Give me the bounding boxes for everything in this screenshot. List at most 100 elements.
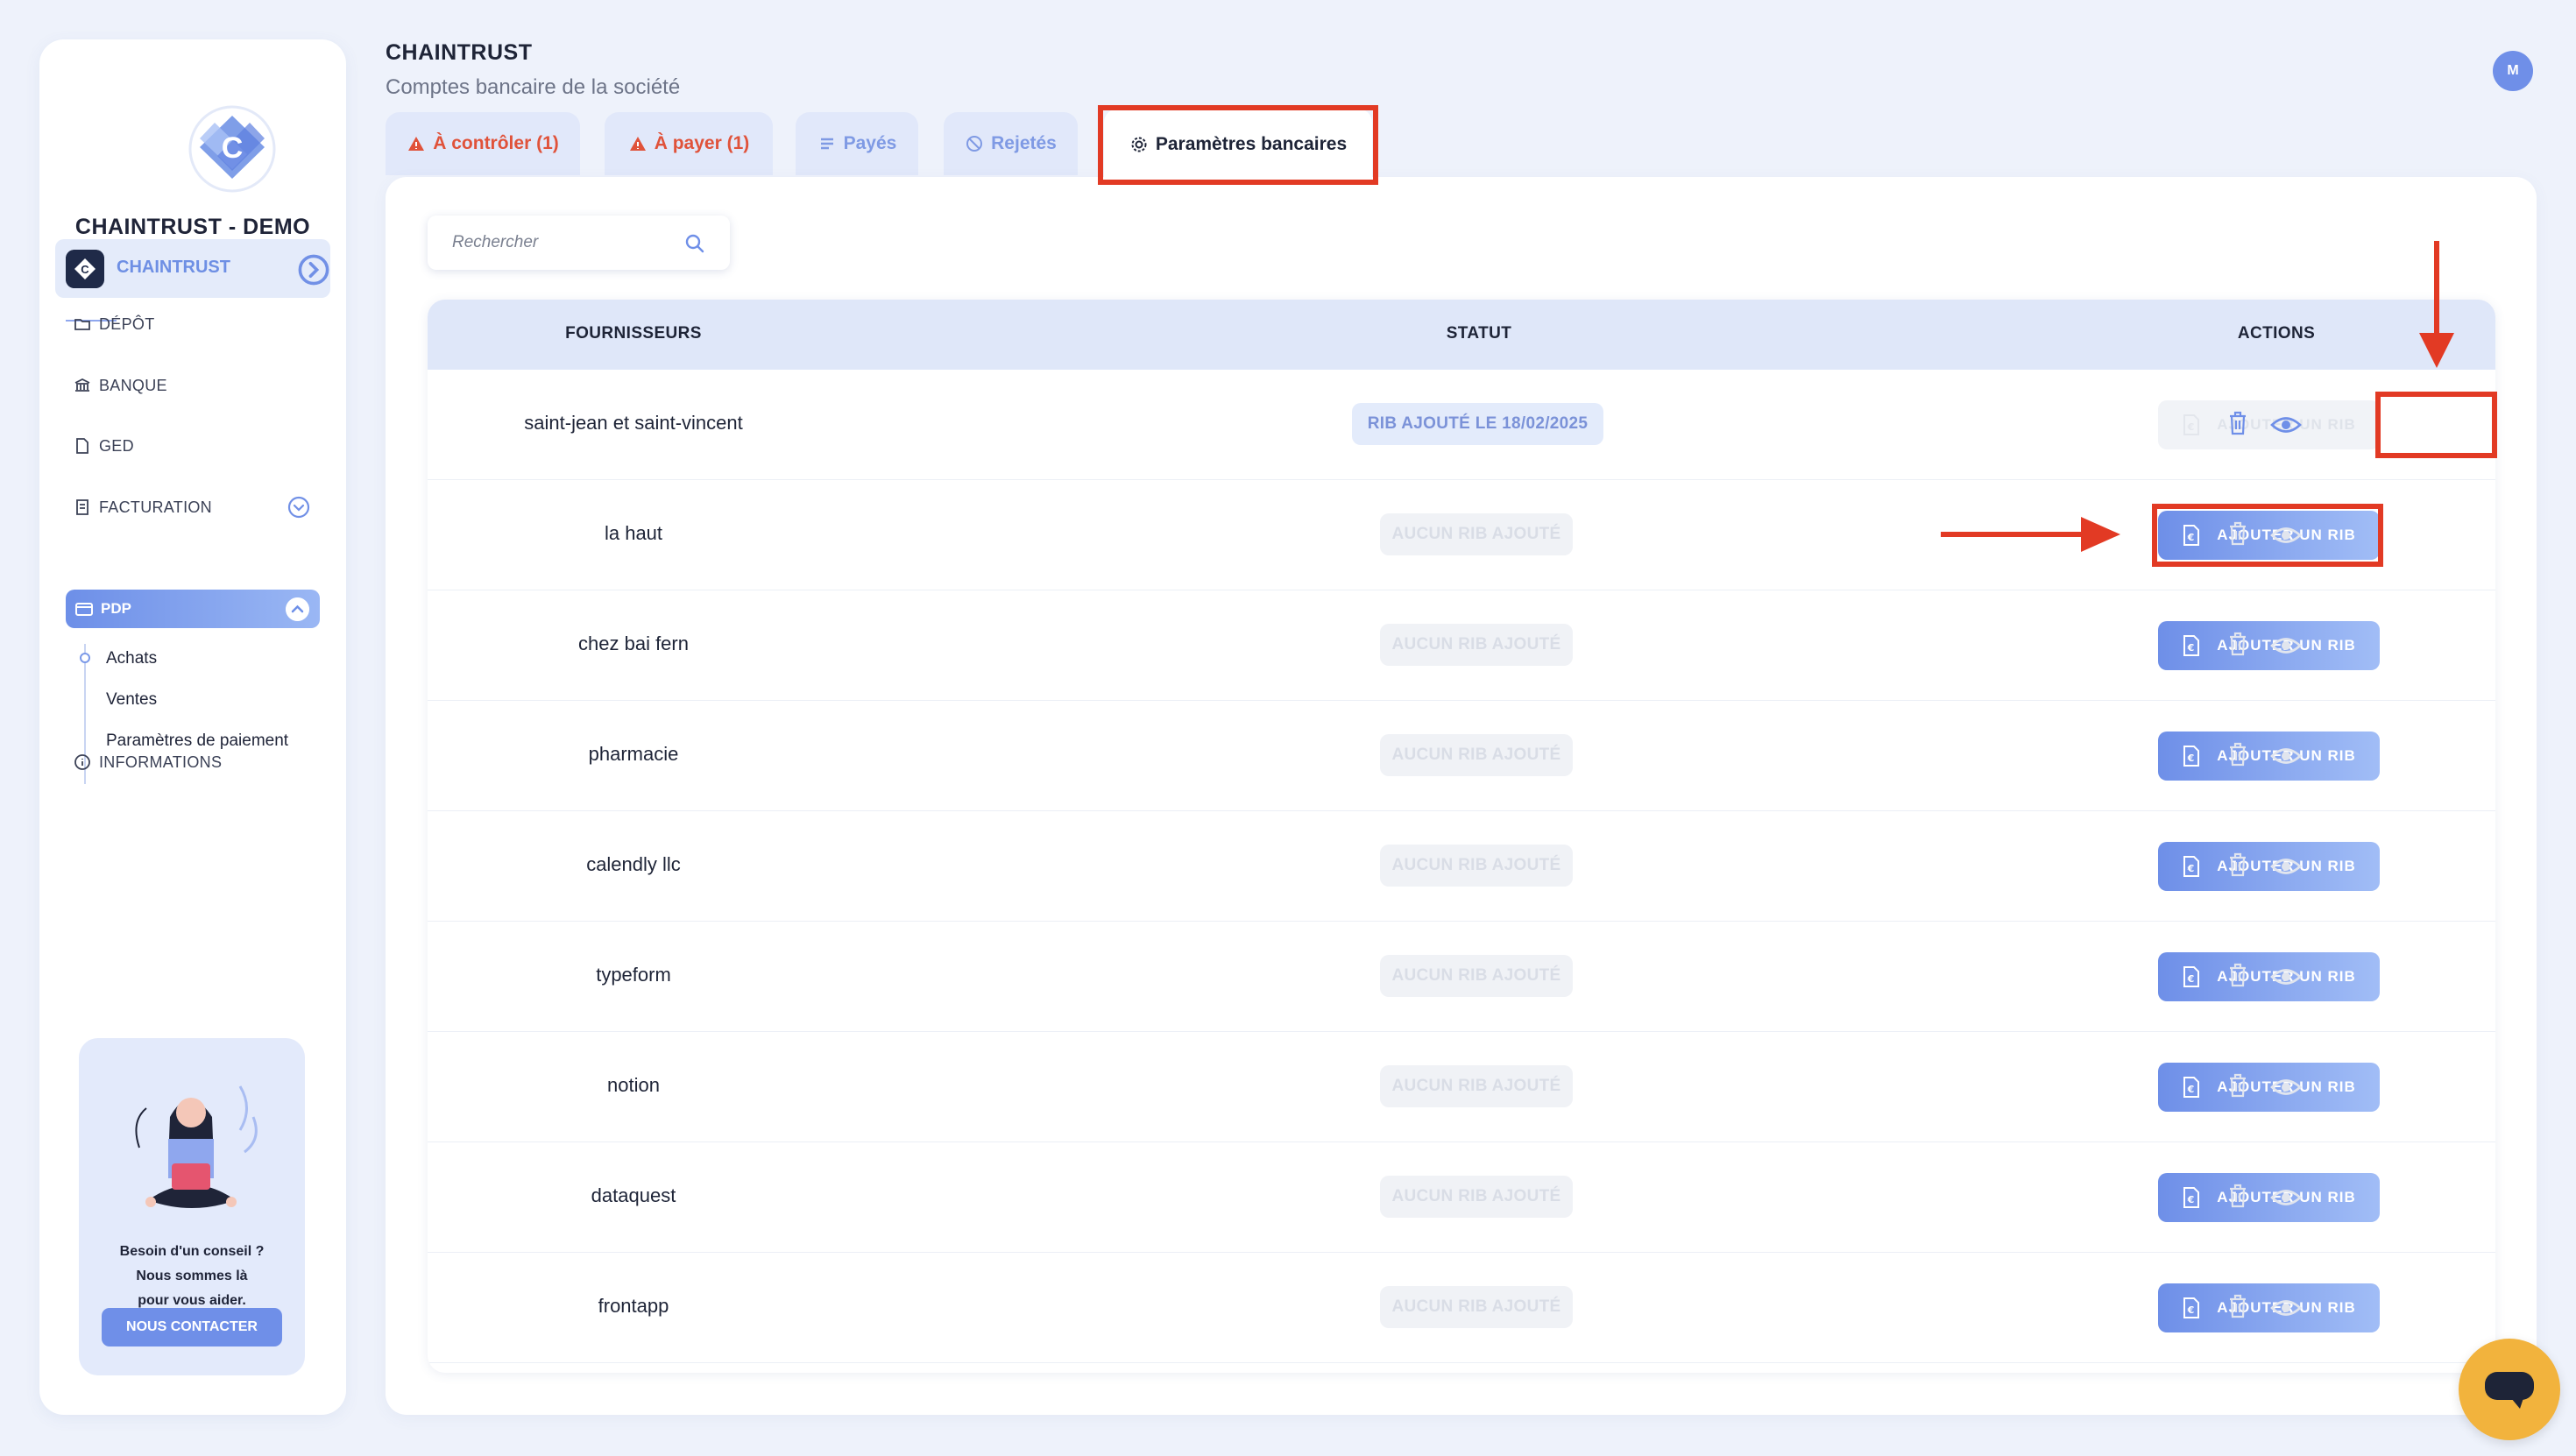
tab-rejetes[interactable]: Rejetés bbox=[944, 112, 1078, 175]
trash-icon bbox=[2230, 742, 2246, 767]
svg-text:€: € bbox=[2187, 1194, 2196, 1205]
search-input[interactable] bbox=[428, 216, 682, 270]
org-name: CHAINTRUST - DEMO bbox=[74, 215, 311, 239]
page-subtitle: Comptes bancaire de la société bbox=[386, 75, 681, 99]
euro-document-icon: € bbox=[2183, 414, 2200, 435]
nav-item-pdp[interactable]: PDP bbox=[66, 590, 320, 628]
tab-a-controler[interactable]: À contrôler (1) bbox=[386, 112, 580, 175]
svg-text:€: € bbox=[2187, 1084, 2196, 1095]
bank-icon bbox=[74, 378, 90, 392]
status-badge: RIB AJOUTÉ LE 18/02/2025 bbox=[1352, 403, 1603, 445]
eye-icon[interactable] bbox=[2270, 413, 2302, 436]
nav-item-banque[interactable]: BANQUE bbox=[73, 368, 167, 403]
svg-text:€: € bbox=[2187, 642, 2196, 654]
company-selector[interactable]: C CHAINTRUST bbox=[55, 239, 330, 298]
chevron-down-icon[interactable] bbox=[287, 496, 310, 519]
trash-icon bbox=[2230, 1184, 2246, 1208]
submenu-item-ventes[interactable]: Ventes bbox=[106, 690, 157, 710]
suppliers-table: FOURNISSEURS STATUT ACTIONS saint-jean e… bbox=[428, 300, 2495, 1373]
supplier-name: chez bai fern bbox=[578, 633, 689, 654]
add-rib-button: € AJOUTER UN RIB bbox=[2158, 400, 2380, 449]
nav-item-depot[interactable]: DÉPÔT bbox=[73, 307, 155, 342]
add-rib-button[interactable]: € AJOUTER UN RIB bbox=[2158, 732, 2380, 781]
svg-text:C: C bbox=[222, 131, 244, 165]
status-badge: AUCUN RIB AJOUTÉ bbox=[1380, 845, 1573, 887]
svg-text:€: € bbox=[2187, 1304, 2196, 1316]
euro-document-icon: € bbox=[2183, 746, 2200, 767]
trash-icon bbox=[2230, 632, 2246, 656]
info-icon bbox=[74, 754, 90, 770]
company-logo-icon: C bbox=[66, 250, 104, 288]
add-rib-button[interactable]: € AJOUTER UN RIB bbox=[2158, 621, 2380, 670]
eye-icon bbox=[2270, 1079, 2302, 1095]
svg-text:€: € bbox=[2187, 973, 2196, 985]
table-row: chez bai fern AUCUN RIB AJOUTÉ € AJOUTER… bbox=[428, 590, 2495, 701]
add-rib-button[interactable]: € AJOUTER UN RIB bbox=[2158, 1063, 2380, 1112]
contact-button[interactable]: NOUS CONTACTER bbox=[102, 1308, 282, 1346]
invoice-icon bbox=[76, 499, 88, 515]
trash-icon bbox=[2230, 1073, 2246, 1098]
status-badge: AUCUN RIB AJOUTÉ bbox=[1380, 1286, 1573, 1328]
tab-a-payer[interactable]: À payer (1) bbox=[605, 112, 773, 175]
tab-payes[interactable]: Payés bbox=[796, 112, 918, 175]
supplier-name: saint-jean et saint-vincent bbox=[524, 412, 743, 434]
svg-text:€: € bbox=[2187, 863, 2196, 874]
eye-icon bbox=[2270, 748, 2302, 764]
submenu-item-achats[interactable]: Achats bbox=[106, 649, 157, 668]
highlight-box-tab bbox=[1098, 105, 1378, 185]
table-row: calendly llc AUCUN RIB AJOUTÉ € AJOUTER … bbox=[428, 811, 2495, 922]
add-rib-button[interactable]: € AJOUTER UN RIB bbox=[2158, 952, 2380, 1001]
supplier-name: typeform bbox=[596, 964, 671, 986]
chat-icon bbox=[2485, 1372, 2534, 1409]
table-header: FOURNISSEURS STATUT ACTIONS bbox=[428, 300, 2495, 370]
chat-widget-button[interactable] bbox=[2459, 1339, 2560, 1440]
eye-icon bbox=[2270, 969, 2302, 985]
supplier-name: pharmacie bbox=[588, 743, 679, 765]
status-badge: AUCUN RIB AJOUTÉ bbox=[1380, 624, 1573, 666]
eye-icon bbox=[2270, 1300, 2302, 1316]
table-row: pharmacie AUCUN RIB AJOUTÉ € AJOUTER UN … bbox=[428, 701, 2495, 811]
tab-label: Payés bbox=[843, 133, 897, 153]
column-header-status: STATUT bbox=[1446, 324, 1512, 343]
nav-item-informations[interactable]: INFORMATIONS bbox=[73, 745, 222, 780]
svg-text:€: € bbox=[2187, 421, 2196, 433]
avatar[interactable]: M bbox=[2493, 51, 2533, 91]
column-header-actions: ACTIONS bbox=[2237, 324, 2316, 343]
company-name: CHAINTRUST bbox=[117, 258, 230, 277]
status-badge: AUCUN RIB AJOUTÉ bbox=[1380, 513, 1573, 555]
euro-document-icon: € bbox=[2183, 1297, 2200, 1318]
nav-label: INFORMATIONS bbox=[99, 753, 223, 771]
chevron-up-icon[interactable] bbox=[286, 597, 309, 621]
svg-text:€: € bbox=[2187, 753, 2196, 764]
table-row: frontapp AUCUN RIB AJOUTÉ € AJOUTER UN R… bbox=[428, 1253, 2495, 1363]
add-rib-button[interactable]: € AJOUTER UN RIB bbox=[2158, 1283, 2380, 1332]
document-icon bbox=[76, 438, 88, 454]
add-rib-button[interactable]: € AJOUTER UN RIB bbox=[2158, 1173, 2380, 1222]
status-badge: AUCUN RIB AJOUTÉ bbox=[1380, 1176, 1573, 1218]
table-row: notion AUCUN RIB AJOUTÉ € AJOUTER UN RIB bbox=[428, 1032, 2495, 1142]
nav-label: PDP bbox=[101, 600, 131, 617]
nav-item-facturation[interactable]: FACTURATION bbox=[73, 490, 327, 525]
chevron-right-icon[interactable] bbox=[298, 254, 329, 286]
chaintrust-logo: C bbox=[188, 105, 276, 193]
eye-icon bbox=[2270, 638, 2302, 654]
search-icon[interactable] bbox=[683, 232, 706, 255]
nav-label: DÉPÔT bbox=[99, 315, 155, 333]
trash-icon[interactable] bbox=[2226, 409, 2249, 437]
annotation-arrow-right bbox=[1941, 517, 2120, 552]
page-title: CHAINTRUST bbox=[386, 40, 533, 65]
status-badge: AUCUN RIB AJOUTÉ bbox=[1380, 734, 1573, 776]
table-row: typeform AUCUN RIB AJOUTÉ € AJOUTER UN R… bbox=[428, 922, 2495, 1032]
tab-label: À payer (1) bbox=[654, 133, 750, 153]
list-icon bbox=[820, 138, 833, 150]
svg-text:C: C bbox=[81, 263, 89, 276]
supplier-name: calendly llc bbox=[586, 853, 681, 875]
table-row: saint-jean et saint-vincent RIB AJOUTÉ L… bbox=[428, 370, 2495, 480]
add-rib-button[interactable]: € AJOUTER UN RIB bbox=[2158, 842, 2380, 891]
supplier-name: dataquest bbox=[591, 1184, 676, 1206]
trash-icon bbox=[2230, 852, 2246, 877]
block-icon bbox=[966, 136, 983, 152]
warning-icon bbox=[408, 137, 425, 151]
nav-item-ged[interactable]: GED bbox=[73, 428, 134, 463]
euro-document-icon: € bbox=[2183, 856, 2200, 877]
